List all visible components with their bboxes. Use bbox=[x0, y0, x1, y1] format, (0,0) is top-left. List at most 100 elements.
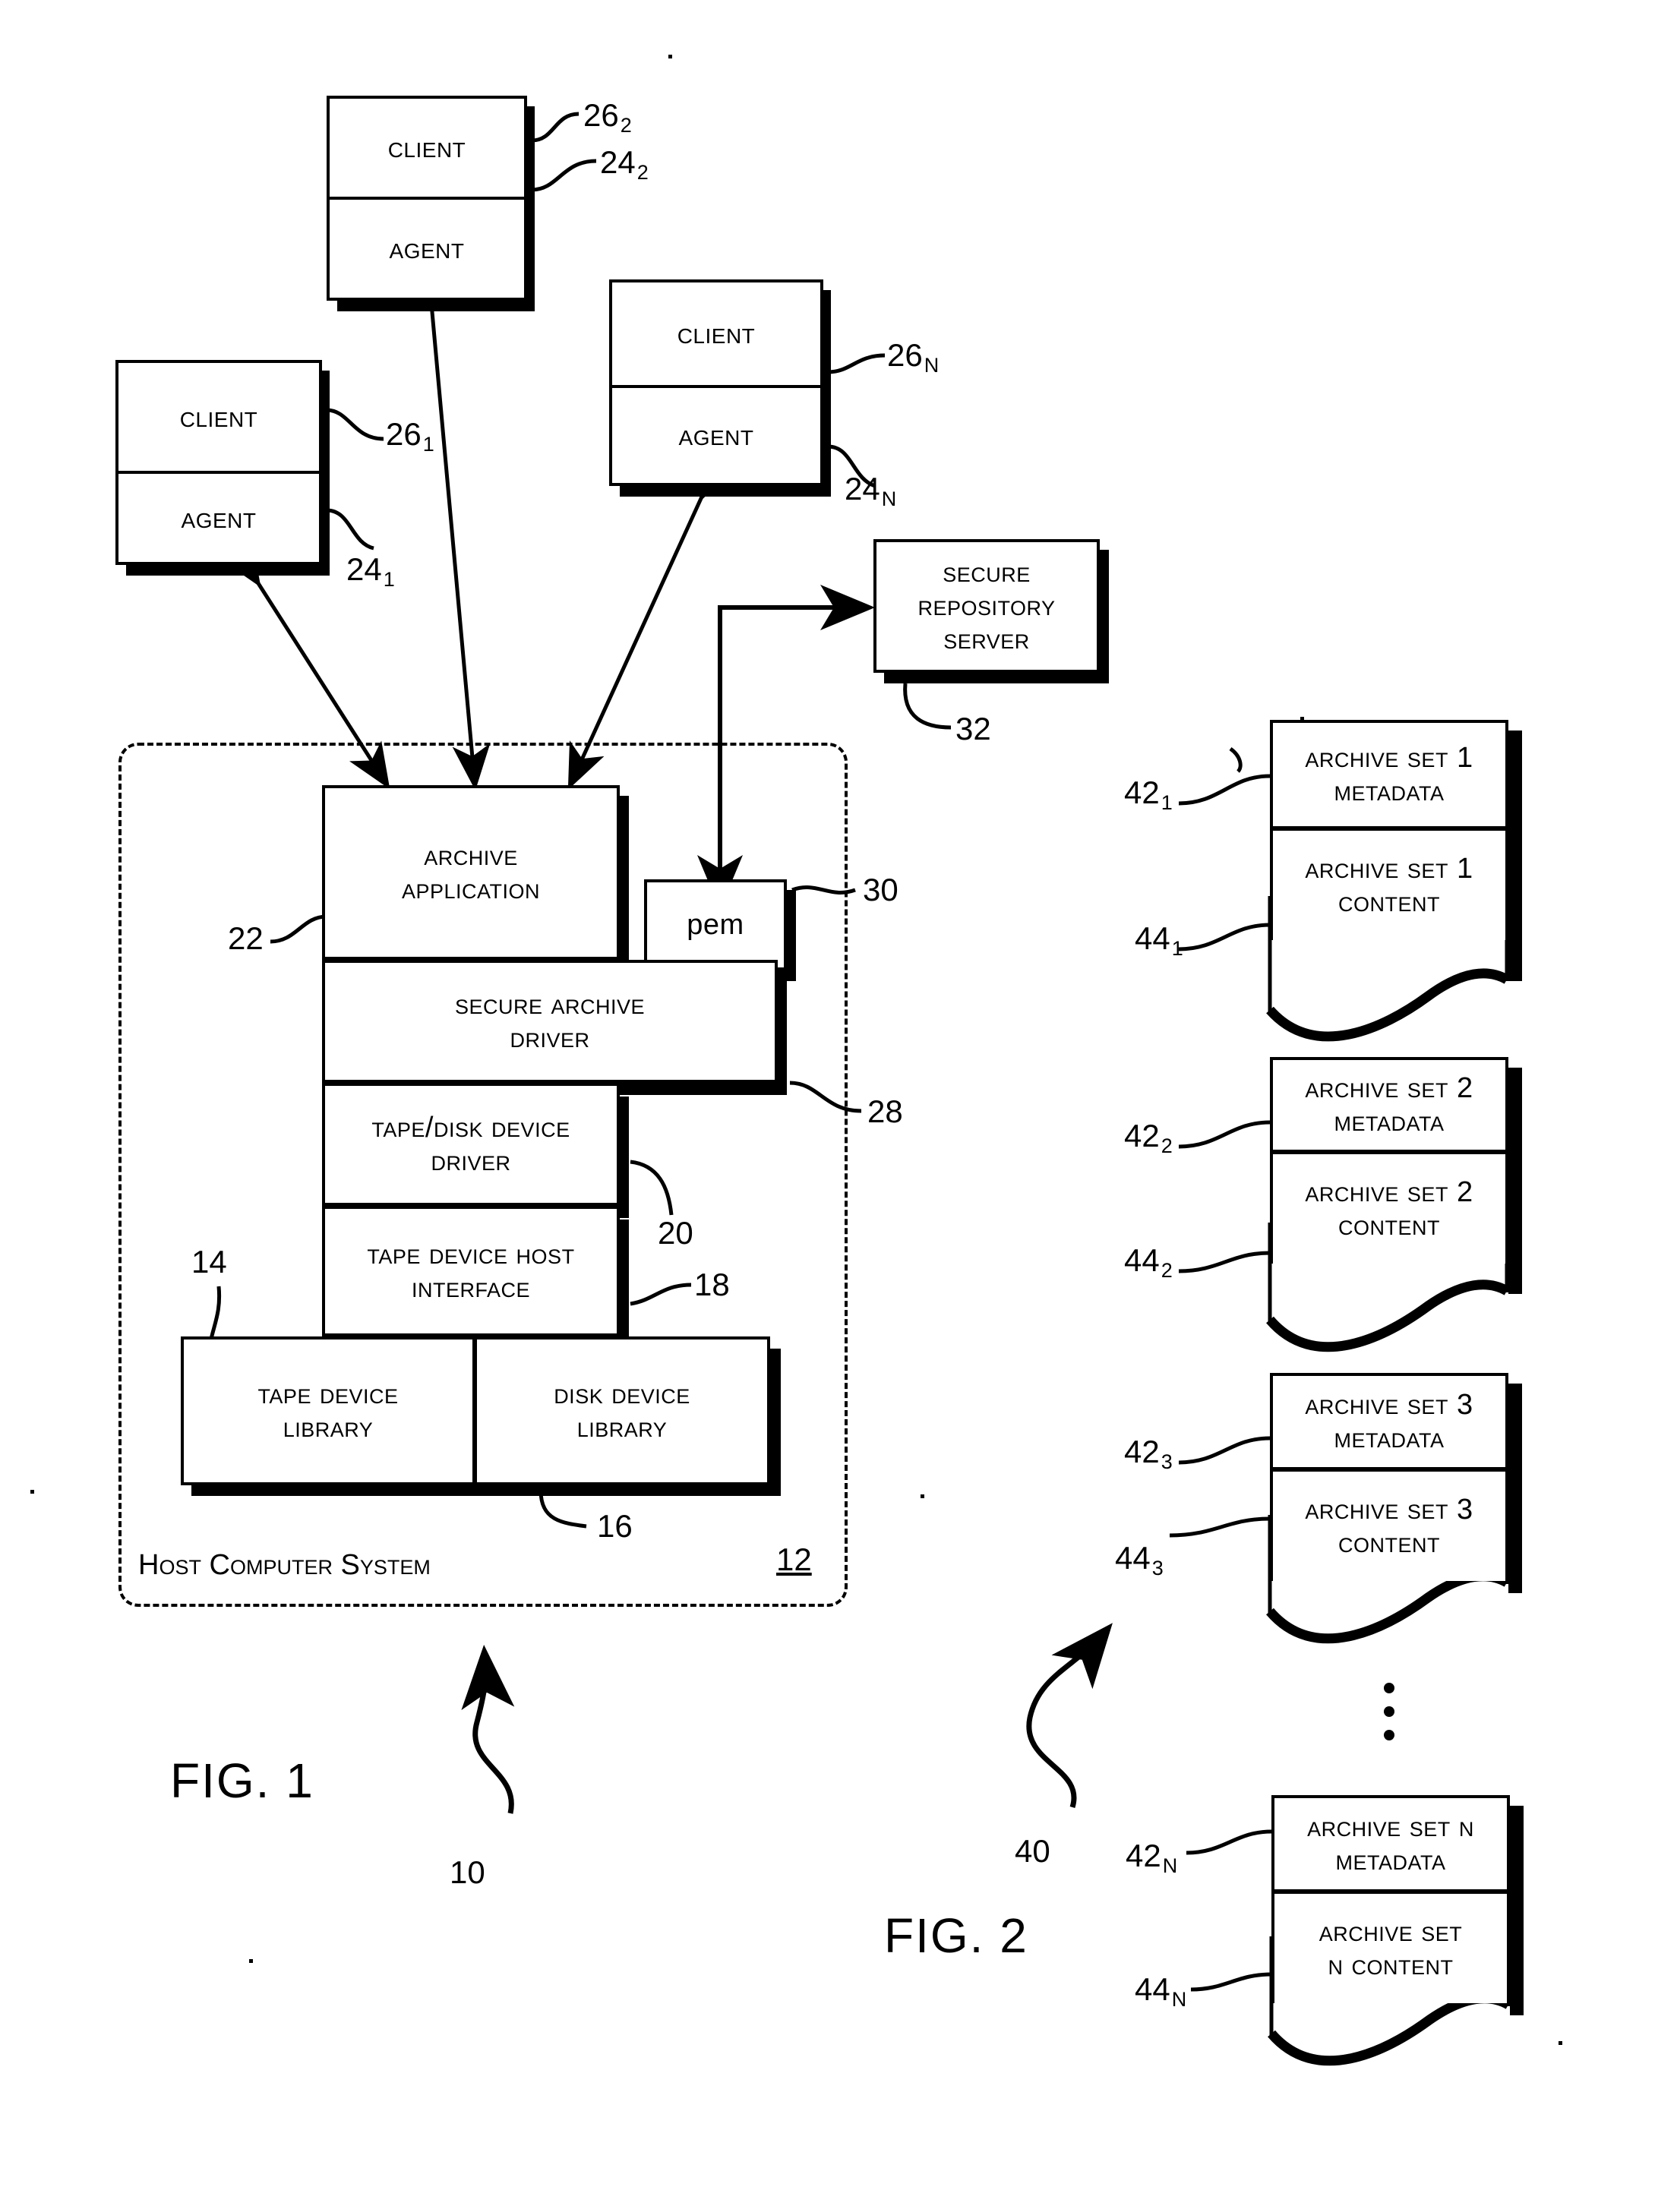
ref-28: 28 bbox=[867, 1093, 903, 1129]
archive-application-box[interactable]: Archive Application bbox=[322, 785, 620, 960]
secure-archive-driver-box[interactable]: Secure Archive Driver bbox=[322, 960, 778, 1083]
leader-44-1 bbox=[1178, 923, 1271, 951]
tape-device-library-line1: Tape Device bbox=[257, 1377, 399, 1410]
speck-curl-set1 bbox=[1229, 746, 1243, 773]
archive-set-2-content-line1: Archive Set 2 bbox=[1305, 1175, 1473, 1208]
ref-42-3: 423 bbox=[1124, 1434, 1173, 1474]
ref-40: 40 bbox=[1015, 1833, 1050, 1869]
secure-archive-driver-line1: Secure Archive bbox=[454, 988, 646, 1021]
scan-speck bbox=[30, 1490, 34, 1494]
tape-device-host-interface-line2: Interface bbox=[411, 1272, 531, 1304]
tape-disk-device-driver-box[interactable]: Tape/Disk Device Driver bbox=[322, 1083, 620, 1206]
scan-speck bbox=[249, 1959, 253, 1963]
client2-label: Client bbox=[387, 131, 466, 165]
ref-24-2: 242 bbox=[600, 144, 649, 185]
ref-14: 14 bbox=[191, 1244, 227, 1280]
tape-device-host-interface-line1: Tape Device Host bbox=[367, 1238, 575, 1270]
archive-set-n-content-box[interactable]: Archive Set N Content bbox=[1271, 1891, 1510, 2003]
archive-set-1-metadata-box[interactable]: Archive Set 1 MetaData bbox=[1270, 720, 1508, 829]
ref-24-1: 241 bbox=[346, 551, 395, 592]
clientn-agent-label: Agent bbox=[678, 418, 754, 453]
secure-repository-server-line3: Server bbox=[943, 623, 1030, 656]
client1-label: Client bbox=[179, 399, 258, 434]
pem-box[interactable]: PEM bbox=[644, 879, 787, 970]
client1-box[interactable]: Client Agent bbox=[115, 360, 322, 565]
archive-set-1-content-line2: Content bbox=[1338, 886, 1440, 918]
archive-set-2-shadow bbox=[1508, 1068, 1522, 1294]
archive-application-line1: Archive bbox=[424, 839, 518, 872]
arrow-client2-archive-application bbox=[409, 263, 491, 790]
secure-repository-server-line2: Repository bbox=[917, 589, 1056, 622]
tape-device-library-line2: Library bbox=[283, 1412, 374, 1444]
archive-set-3-content-box[interactable]: Archive Set 3 Content bbox=[1270, 1469, 1508, 1581]
client1-agent-label: Agent bbox=[181, 500, 257, 535]
ref-12: 12 bbox=[776, 1541, 812, 1577]
leader-42-3 bbox=[1178, 1436, 1271, 1465]
ref-44-1: 441 bbox=[1135, 920, 1183, 961]
archive-set-2-metadata-line2: MetaData bbox=[1334, 1106, 1445, 1138]
archive-set-1-metadata-line2: MetaData bbox=[1334, 775, 1445, 807]
secure-repository-server-line1: Secure bbox=[943, 556, 1031, 588]
disk-device-library-line2: Library bbox=[576, 1412, 668, 1444]
vertical-ellipsis-icon bbox=[1384, 1683, 1394, 1740]
leader-42-1 bbox=[1178, 774, 1271, 806]
disk-device-library-line1: Disk Device bbox=[554, 1377, 690, 1410]
clientn-box[interactable]: Client Agent bbox=[609, 279, 823, 486]
ref-26-1: 261 bbox=[386, 416, 434, 456]
host-computer-system-label: Host Computer System bbox=[138, 1549, 431, 1581]
ref-10: 10 bbox=[450, 1854, 485, 1890]
tape-disk-device-driver-line2: Driver bbox=[431, 1145, 511, 1177]
scan-speck bbox=[668, 55, 672, 58]
archive-set-n-metadata-line2: MetaData bbox=[1335, 1844, 1446, 1876]
clientn-label: Client bbox=[677, 317, 756, 351]
leader-44-2 bbox=[1178, 1251, 1271, 1273]
scan-speck bbox=[921, 1494, 924, 1498]
tape-device-library-box[interactable]: Tape Device Library bbox=[181, 1336, 475, 1485]
ref-18: 18 bbox=[694, 1267, 730, 1302]
archive-set-n-metadata-box[interactable]: Archive Set N MetaData bbox=[1271, 1795, 1510, 1892]
ref-22: 22 bbox=[228, 920, 264, 956]
ref-32: 32 bbox=[955, 711, 991, 746]
disk-device-library-box[interactable]: Disk Device Library bbox=[474, 1336, 770, 1485]
client2-agent-label: Agent bbox=[389, 232, 465, 266]
ref-42-n: 42N bbox=[1126, 1838, 1178, 1878]
archive-set-3-content-line1: Archive Set 3 bbox=[1305, 1493, 1473, 1526]
patent-drawing-page: Client Agent 262 242 Client Agent 26N 24… bbox=[0, 0, 1677, 2212]
archive-set-1-content-line1: Archive Set 1 bbox=[1305, 852, 1473, 885]
fig1-label: FIG. 1 bbox=[170, 1753, 314, 1808]
leader-40-fig2 bbox=[1026, 1623, 1113, 1809]
secure-repository-server-box[interactable]: Secure Repository Server bbox=[873, 539, 1100, 673]
archive-set-2-content-box[interactable]: Archive Set 2 Content bbox=[1270, 1151, 1508, 1264]
archive-set-2-metadata-line1: Archive Set 2 bbox=[1305, 1071, 1473, 1104]
archive-set-2-metadata-box[interactable]: Archive Set 2 MetaData bbox=[1270, 1057, 1508, 1153]
archive-set-1-shadow bbox=[1508, 730, 1522, 981]
ref-44-3: 443 bbox=[1115, 1540, 1164, 1580]
tape-disk-device-driver-line1: Tape/Disk Device bbox=[371, 1111, 570, 1144]
archive-set-3-metadata-line1: Archive Set 3 bbox=[1305, 1388, 1473, 1421]
ref-24-n: 24N bbox=[845, 471, 897, 511]
ref-42-2: 422 bbox=[1124, 1118, 1173, 1158]
archive-set-n-shadow bbox=[1510, 1806, 1524, 2015]
archive-set-1-content-box[interactable]: Archive Set 1 Content bbox=[1270, 828, 1508, 940]
archive-set-n-content-line2: N Content bbox=[1328, 1949, 1454, 1981]
archive-set-3-shadow bbox=[1508, 1384, 1522, 1593]
tape-device-host-interface-box[interactable]: Tape Device Host Interface bbox=[322, 1206, 620, 1336]
secure-archive-driver-line2: Driver bbox=[510, 1022, 590, 1054]
leader-10-fig1 bbox=[461, 1645, 515, 1814]
archive-application-line2: Application bbox=[401, 873, 541, 905]
ref-44-n: 44N bbox=[1135, 1971, 1187, 2012]
ref-42-1: 421 bbox=[1124, 775, 1173, 815]
leader-32 bbox=[903, 683, 952, 730]
leader-26-n bbox=[827, 353, 886, 374]
leader-24-1 bbox=[326, 508, 374, 551]
archive-set-3-metadata-box[interactable]: Archive Set 3 MetaData bbox=[1270, 1373, 1508, 1470]
leader-24-2 bbox=[531, 159, 597, 192]
scan-speck bbox=[1559, 2041, 1562, 2045]
leader-44-3 bbox=[1169, 1516, 1271, 1538]
archive-set-3-content-line2: Content bbox=[1338, 1527, 1440, 1559]
ref-20: 20 bbox=[658, 1215, 693, 1251]
client2-box[interactable]: Client Agent bbox=[327, 96, 527, 301]
leader-26-1 bbox=[326, 408, 384, 441]
archive-set-n-metadata-line1: Archive Set N bbox=[1307, 1810, 1474, 1843]
ref-30: 30 bbox=[863, 872, 899, 907]
